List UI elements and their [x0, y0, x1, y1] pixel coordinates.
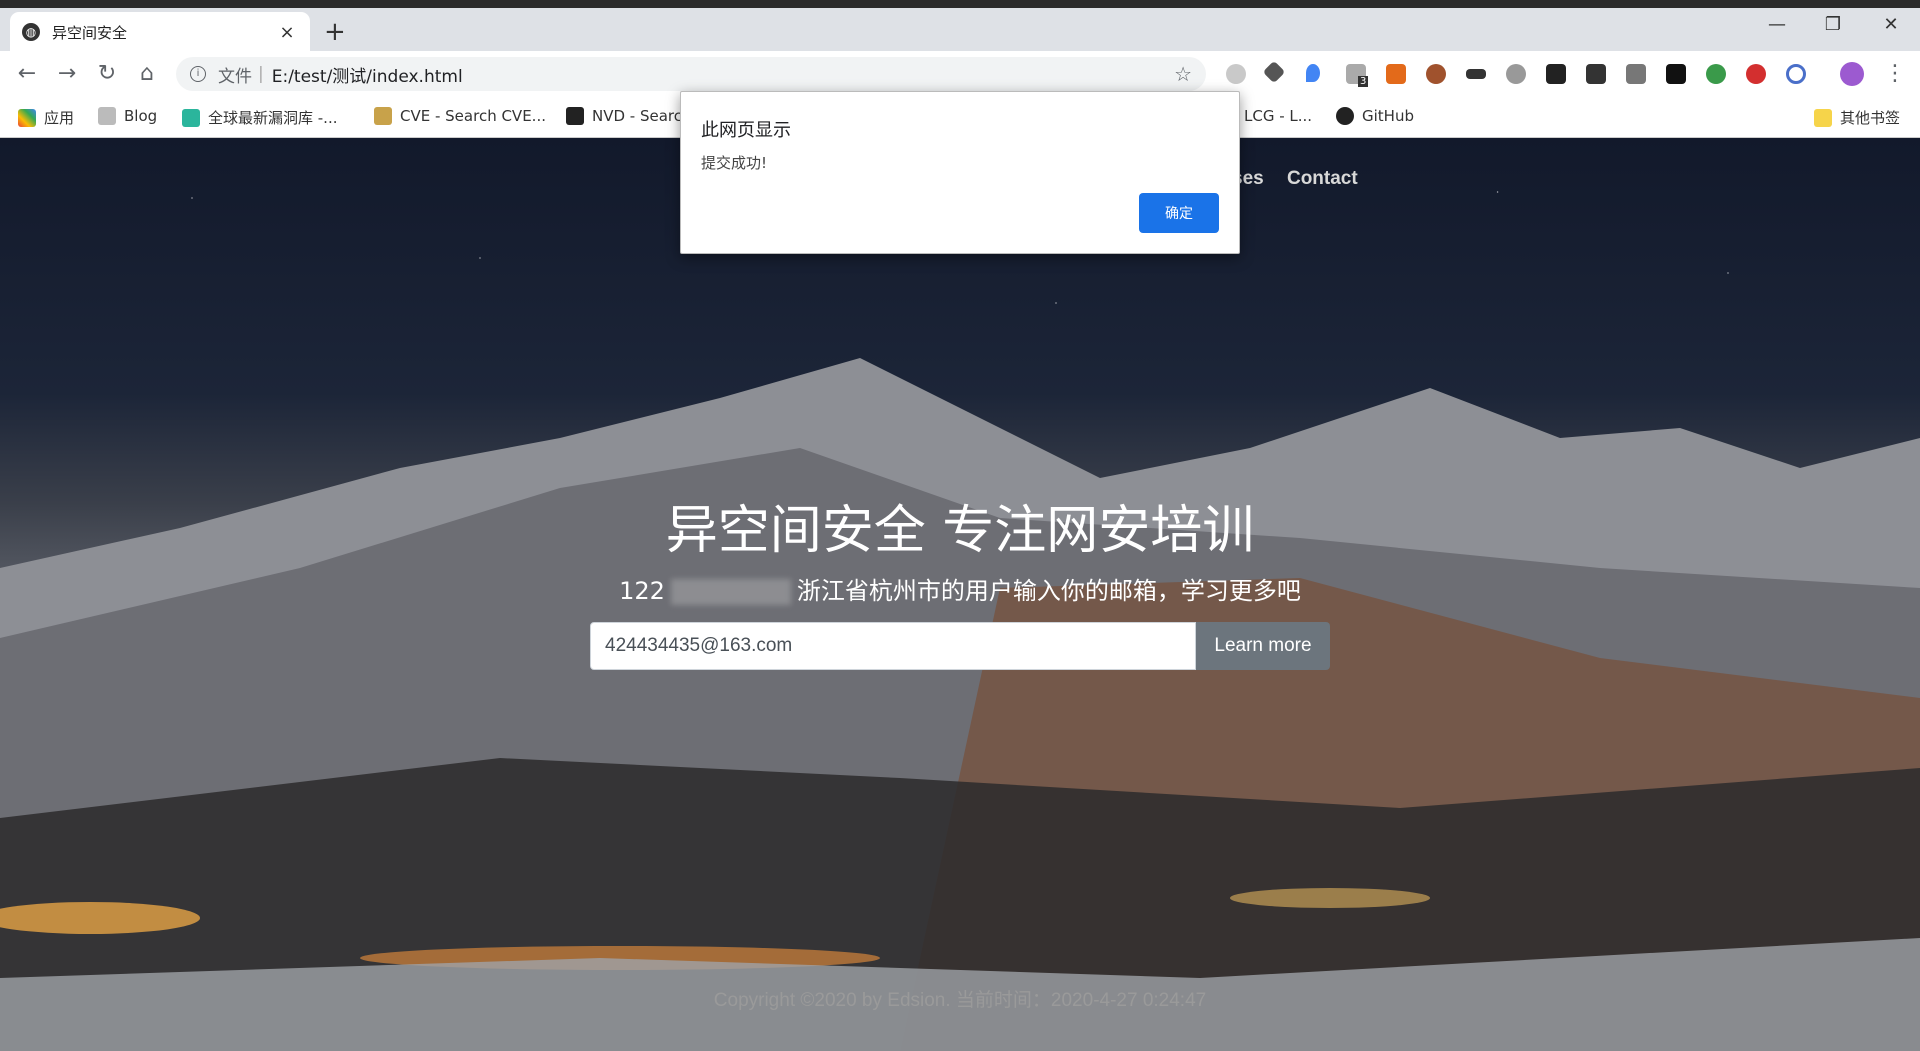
- hero-subtitle: 122 浙江省杭州市的用户输入你的邮箱，学习更多吧: [0, 571, 1920, 606]
- extension-globe-icon[interactable]: [1706, 64, 1726, 84]
- webpage: ses Contact 异空间安全 专注网安培训 122 浙江省杭州市的用户输入你…: [0, 138, 1920, 1051]
- extension-chart-icon[interactable]: [1626, 64, 1646, 84]
- tab-title: 异空间安全: [52, 23, 128, 42]
- ok-button[interactable]: 确定: [1139, 193, 1219, 233]
- bookmark-cve[interactable]: CVE - Search CVE...: [374, 107, 546, 125]
- address-bar[interactable]: i 文件 | E:/test/测试/index.html ☆: [176, 57, 1206, 91]
- url-scheme: 文件: [218, 66, 252, 87]
- bookmark-other[interactable]: 其他书签: [1814, 107, 1900, 128]
- bookmark-apps[interactable]: 应用: [18, 107, 74, 128]
- extension-circle-icon[interactable]: [1786, 64, 1806, 84]
- extension-gear-icon[interactable]: [1506, 64, 1526, 84]
- extension-shield-icon[interactable]: [1226, 64, 1246, 84]
- url-text[interactable]: E:/test/测试/index.html: [272, 62, 1174, 87]
- hero-title: 异空间安全 专注网安培训: [665, 501, 1255, 561]
- bookmark-github[interactable]: GitHub: [1336, 107, 1414, 125]
- learn-more-button[interactable]: Learn more: [1196, 622, 1330, 670]
- email-form: Learn more: [590, 622, 1330, 670]
- hero-sub-suffix: 浙江省杭州市的用户输入你的邮箱，学习更多吧: [796, 577, 1301, 605]
- extension-face-icon[interactable]: [1666, 64, 1686, 84]
- extension-pin-icon[interactable]: [1306, 64, 1320, 82]
- dialog-message: 提交成功!: [701, 154, 768, 172]
- bookmark-vuln-db[interactable]: 全球最新漏洞库 -...: [182, 107, 338, 128]
- avatar[interactable]: [1840, 62, 1864, 86]
- bookmark-label: GitHub: [1362, 107, 1414, 125]
- extension-badge: 3: [1358, 76, 1369, 87]
- blog-icon: [98, 107, 116, 125]
- bookmark-label: Blog: [124, 107, 158, 125]
- extension-abp-icon[interactable]: [1746, 64, 1766, 84]
- bookmark-star-icon[interactable]: ☆: [1174, 62, 1192, 86]
- github-icon: [1336, 107, 1354, 125]
- folder-icon: [1814, 108, 1832, 127]
- top-nav-partial: ses Contact: [1232, 168, 1376, 190]
- nav-link-contact[interactable]: Contact: [1287, 168, 1358, 189]
- extension-glasses-icon[interactable]: [1466, 69, 1486, 79]
- bookmark-label: 应用: [44, 109, 75, 127]
- reload-icon[interactable]: ↻: [92, 59, 122, 89]
- dialog-title: 此网页显示: [701, 120, 791, 141]
- bookmark-label: LCG - L...: [1244, 107, 1313, 125]
- menu-kebab-icon[interactable]: ⋮: [1880, 59, 1910, 89]
- bookmark-blog[interactable]: Blog: [98, 107, 157, 125]
- restore-button[interactable]: ❐: [1808, 14, 1858, 35]
- extension-fox-icon[interactable]: [1386, 64, 1406, 84]
- tab-close-icon[interactable]: ×: [276, 22, 298, 43]
- redacted-ip: [670, 579, 791, 605]
- forward-icon[interactable]: →: [52, 59, 82, 89]
- extension-chat-icon[interactable]: 3: [1346, 64, 1369, 87]
- home-icon[interactable]: ⌂: [132, 59, 162, 89]
- url-separator: |: [258, 64, 264, 84]
- bookmark-nvd[interactable]: NVD - Searc: [566, 107, 682, 125]
- nvd-icon: [566, 107, 584, 125]
- email-input[interactable]: [590, 622, 1196, 670]
- tab-strip: ◍ 异空间安全 × + — ❐ ✕: [0, 0, 1920, 52]
- close-window-button[interactable]: ✕: [1866, 14, 1916, 35]
- apps-grid-icon: [18, 108, 36, 127]
- extension-spy-icon[interactable]: [1546, 64, 1566, 84]
- info-icon[interactable]: i: [190, 66, 206, 82]
- bookmark-label: 全球最新漏洞库 -...: [208, 109, 338, 127]
- minimize-button[interactable]: —: [1752, 14, 1802, 35]
- tab-active[interactable]: ◍ 异空间安全 ×: [10, 12, 310, 52]
- bookmark-label: 其他书签: [1840, 109, 1901, 127]
- mountain-background: [0, 358, 1920, 1051]
- bookmark-label: CVE - Search CVE...: [400, 107, 546, 125]
- footer-copyright: Copyright ©2020 by Edsion. 当前时间：2020-4-2…: [713, 990, 1207, 1011]
- extension-h-icon[interactable]: [1586, 64, 1606, 84]
- bookmark-lcg[interactable]: LCG - L...: [1244, 107, 1312, 125]
- new-tab-button[interactable]: +: [324, 19, 346, 45]
- bookmark-label: NVD - Searc: [592, 107, 683, 125]
- hero-sub-prefix: 122: [619, 577, 665, 605]
- vuln-db-icon: [182, 108, 200, 127]
- back-icon[interactable]: ←: [12, 59, 42, 89]
- globe-icon: ◍: [22, 23, 40, 41]
- cve-icon: [374, 107, 392, 125]
- extension-cookie-icon[interactable]: [1426, 64, 1446, 84]
- alert-dialog: 此网页显示 提交成功! 确定: [680, 91, 1240, 254]
- extension-layers-icon[interactable]: [1262, 60, 1286, 84]
